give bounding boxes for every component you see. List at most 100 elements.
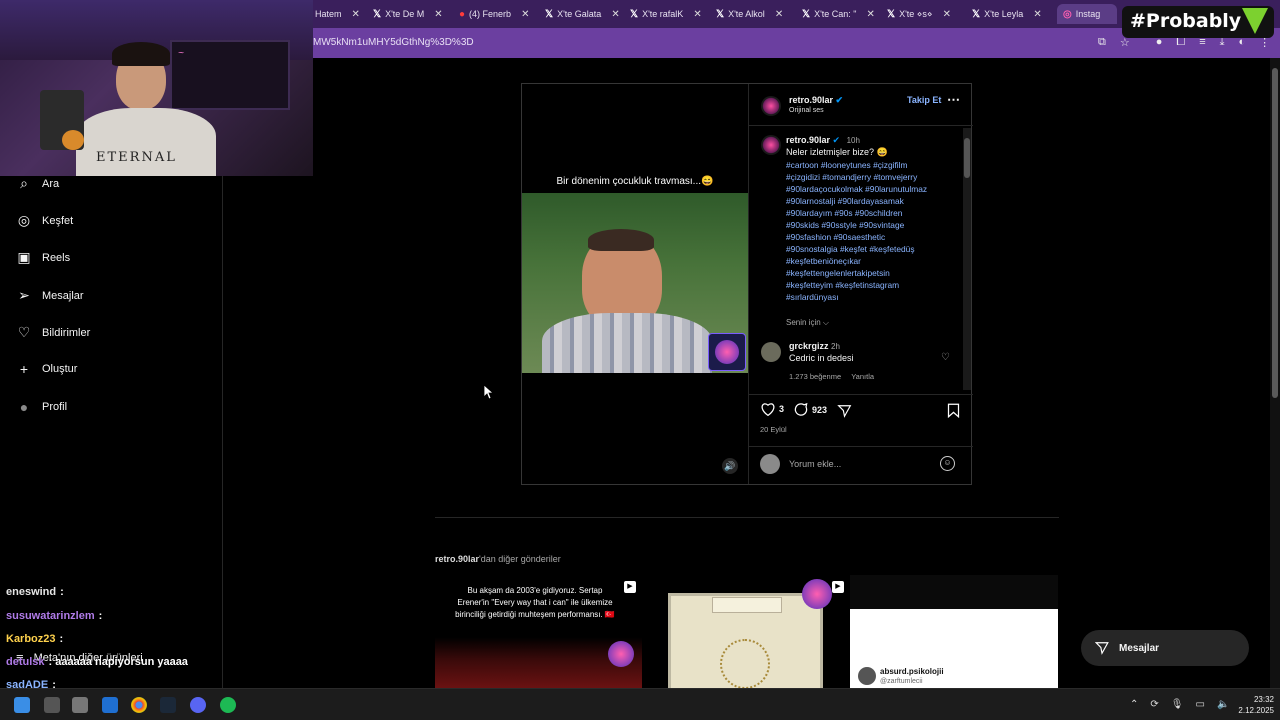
reply-header: grckrgizz 2h bbox=[789, 341, 840, 351]
retro-90s-logo bbox=[708, 333, 746, 371]
close-tab-icon[interactable]: ✕ bbox=[434, 9, 442, 20]
reply-user[interactable]: grckrgizz bbox=[789, 341, 829, 351]
caption-header: retro.90lar ✔ 10h bbox=[786, 135, 860, 146]
steam-icon[interactable] bbox=[160, 697, 176, 713]
sidebar-item-profile[interactable]: ● Profil bbox=[16, 399, 67, 415]
chat-text: : bbox=[98, 610, 103, 622]
mic-icon[interactable]: 🎙 bbox=[1171, 699, 1184, 710]
heart-icon: ♡ bbox=[17, 324, 31, 340]
chrome-icon[interactable] bbox=[131, 697, 147, 713]
volume-icon[interactable]: 🔊 bbox=[722, 458, 738, 474]
browser-tab[interactable]: 𝕏 X'te Alkol ✕ bbox=[716, 4, 796, 24]
browser-tab[interactable]: 𝕏 X'te Leyla ✕ bbox=[972, 4, 1052, 24]
chat-text: : bbox=[59, 633, 64, 645]
comment-author-avatar[interactable] bbox=[761, 135, 781, 155]
browser-tab[interactable]: ● (4) Fenerb ✕ bbox=[459, 4, 539, 24]
tab-label: X'te rafalK bbox=[642, 9, 684, 19]
comments-scrollbar[interactable] bbox=[963, 128, 971, 390]
chevron-up-icon[interactable]: ⌃ bbox=[1130, 699, 1138, 710]
close-tab-icon[interactable]: ✕ bbox=[693, 9, 701, 20]
install-icon[interactable]: ⧉ bbox=[1098, 36, 1106, 49]
reply-avatar[interactable] bbox=[761, 342, 781, 362]
audio-label[interactable]: Orijinal ses bbox=[789, 107, 824, 114]
close-tab-icon[interactable]: ✕ bbox=[775, 9, 783, 20]
url-text[interactable]: MW5kNm1uMHY5dGthNg%3D%3D bbox=[313, 37, 474, 48]
reply-text: Cedric in dedesi bbox=[789, 353, 854, 363]
hashtag-line[interactable]: #90sfashion #90saesthetic bbox=[786, 231, 962, 243]
author-avatar[interactable] bbox=[761, 96, 781, 116]
comment-action[interactable]: 923 bbox=[793, 402, 827, 417]
discord-icon[interactable] bbox=[190, 697, 206, 713]
close-tab-icon[interactable]: ✕ bbox=[611, 9, 619, 20]
hashtag-line[interactable]: #keşfettengelenlertakipetsin bbox=[786, 267, 962, 279]
sidebar-item-reels[interactable]: ▣ Reels bbox=[16, 249, 70, 266]
hashtag-line[interactable]: #90snostalgia #keşfet #keşfetedüş bbox=[786, 243, 962, 255]
task-view-icon[interactable] bbox=[72, 697, 88, 713]
retro-90s-logo bbox=[802, 579, 832, 609]
speaker-icon[interactable]: 🔈 bbox=[1217, 699, 1229, 710]
browser-tab[interactable]: ◎ Instag bbox=[1057, 4, 1117, 24]
sidebar-item-heart[interactable]: ♡ Bildirimler bbox=[16, 324, 91, 341]
x-icon: 𝕏 bbox=[972, 8, 981, 20]
browser-tab[interactable]: 𝕏 X'te De M ✕ bbox=[373, 4, 453, 24]
hashtag-line[interactable]: #sırlardünyası bbox=[786, 291, 962, 303]
caption-author[interactable]: retro.90lar bbox=[786, 135, 830, 145]
hashtag-line[interactable]: #keşfetteyim #keşfetinstagram bbox=[786, 279, 962, 291]
hashtag-line[interactable]: #90skids #90sstyle #90svintage bbox=[786, 219, 962, 231]
search-taskbar-icon[interactable] bbox=[44, 697, 60, 713]
start-icon[interactable] bbox=[14, 697, 30, 713]
more-posts-user[interactable]: retro.90lar bbox=[435, 554, 479, 564]
like-action[interactable]: 3 bbox=[760, 402, 784, 416]
sidebar-item-label: Profil bbox=[42, 401, 68, 413]
chat-text: : bbox=[60, 586, 64, 598]
sidebar-item-label: Reels bbox=[42, 251, 71, 264]
system-clock[interactable]: 23:32 2.12.2025 bbox=[1234, 694, 1274, 716]
post-media[interactable]: Bir dönenim çocukluk travması...😄 🔊 bbox=[522, 84, 748, 484]
like-comment-icon[interactable]: ♡ bbox=[941, 352, 950, 363]
thumbnail-post-3[interactable]: absurd.psikolojii @zarftumlecii bbox=[850, 575, 1058, 688]
spotify-icon[interactable] bbox=[220, 697, 236, 713]
reply-likes[interactable]: 1.273 beğenme bbox=[789, 372, 841, 381]
comment-icon bbox=[794, 402, 808, 416]
sidebar-item-send[interactable]: ➢ Mesajlar bbox=[16, 287, 83, 304]
browser-tab[interactable]: 𝕏 X'te Galata ✕ bbox=[545, 4, 625, 24]
display-icon[interactable]: ▭ bbox=[1195, 699, 1204, 710]
close-tab-icon[interactable]: ✕ bbox=[352, 9, 360, 20]
close-tab-icon[interactable]: ✕ bbox=[943, 9, 951, 20]
author-name[interactable]: retro.90lar ✔ bbox=[789, 95, 843, 106]
messages-button[interactable]: Mesajlar bbox=[1081, 630, 1249, 666]
share-icon[interactable] bbox=[837, 404, 852, 418]
close-tab-icon[interactable]: ✕ bbox=[867, 9, 875, 20]
retro-90s-logo bbox=[608, 641, 634, 667]
reply-button[interactable]: Yanıtla bbox=[851, 372, 874, 381]
emoji-icon[interactable]: ☺ bbox=[940, 456, 955, 471]
more-options-icon[interactable]: ⋯ bbox=[947, 92, 960, 108]
sidebar-item-plus[interactable]: + Oluştur bbox=[16, 361, 78, 377]
for-you-toggle[interactable]: Senin için ⌵ bbox=[786, 318, 829, 328]
hashtag-line[interactable]: #90lardaçocukolmak #90larunutulmaz bbox=[786, 183, 962, 195]
comment-input[interactable]: Yorum ekle... bbox=[789, 459, 841, 469]
sync-icon[interactable]: ⟳ bbox=[1150, 699, 1158, 710]
hashtag-line[interactable]: #90larnostalji #90lardayasamak bbox=[786, 195, 962, 207]
hashtag-line[interactable]: #cartoon #looneytunes #çizgifilm bbox=[786, 159, 962, 171]
bookmark-icon[interactable] bbox=[947, 403, 960, 418]
browser-tab[interactable]: 𝕏 X'te ⋄s⋄ ✕ bbox=[887, 4, 967, 24]
sidebar-item-compass[interactable]: ◎ Keşfet bbox=[16, 212, 73, 229]
hashtag-line[interactable]: #90lardayım #90s #90schildren bbox=[786, 207, 962, 219]
close-tab-icon[interactable]: ✕ bbox=[521, 9, 529, 20]
thumbnail-post-2[interactable]: ▶ bbox=[642, 575, 847, 688]
close-tab-icon[interactable]: ✕ bbox=[1033, 9, 1041, 20]
follow-button[interactable]: Takip Et bbox=[907, 95, 941, 105]
post-modal: Bir dönenim çocukluk travması...😄 🔊 retr… bbox=[521, 83, 973, 485]
sidebar-item-search[interactable]: ⌕ Ara bbox=[16, 175, 59, 192]
hashtag-line[interactable]: #keşfetbeniöneçıkar bbox=[786, 255, 962, 267]
thumbnail-post-1[interactable]: Bu akşam da 2003'e gidiyoruz. Sertap Ere… bbox=[435, 575, 642, 688]
send-icon bbox=[1095, 642, 1109, 655]
browser-tab[interactable]: 𝕏 X'te rafalK ✕ bbox=[630, 4, 710, 24]
mouse-cursor-icon bbox=[484, 385, 494, 400]
hashtag-line[interactable]: #çizgidizi #tomandjerry #tomvejerry bbox=[786, 171, 962, 183]
browser-tab[interactable]: 𝕏 X'te Can: " ✕ bbox=[802, 4, 882, 24]
streamer-shirt bbox=[76, 108, 216, 176]
page-scrollbar[interactable] bbox=[1270, 58, 1280, 688]
outlook-icon[interactable] bbox=[102, 697, 118, 713]
